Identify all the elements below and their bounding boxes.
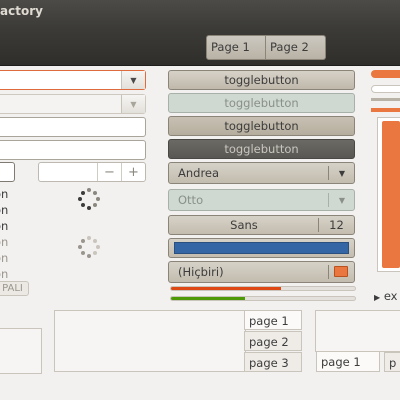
vertical-scale-trough[interactable]	[377, 117, 400, 272]
chevron-down-icon[interactable]: ▼	[121, 71, 145, 89]
spinner-dot	[96, 197, 100, 201]
scale-trough-empty[interactable]	[371, 85, 400, 93]
scale-trough-filled[interactable]	[371, 70, 400, 78]
button-label-4: on	[0, 235, 9, 249]
expander-label: ex	[383, 289, 398, 303]
plus-icon[interactable]: +	[121, 163, 145, 181]
progress-bar-2	[170, 296, 356, 301]
progress-bar-1	[170, 286, 356, 291]
button-label-1[interactable]: on	[0, 186, 8, 202]
spin-entry[interactable]	[0, 162, 15, 182]
header-tab-page-2[interactable]: Page 2	[266, 35, 326, 60]
file-chooser-label: (Hiçbiri)	[178, 265, 224, 279]
folder-icon	[334, 266, 348, 277]
spinner-dot	[78, 245, 82, 249]
chevron-down-icon: ▼	[121, 95, 145, 113]
spinner-icon	[76, 186, 102, 212]
button-label-6: on	[0, 267, 9, 281]
spinner-dot	[93, 203, 98, 208]
text-entry[interactable]	[0, 117, 146, 137]
triangle-right-icon: ▶	[374, 293, 381, 302]
color-button[interactable]	[168, 238, 355, 258]
window-title: actory	[0, 4, 43, 18]
spinner-dot	[93, 190, 98, 195]
spinner-dot	[80, 203, 85, 208]
font-name: Sans	[230, 218, 258, 232]
spinner-dot	[80, 238, 85, 243]
header-tab-page-1[interactable]: Page 1	[206, 35, 266, 60]
scale-slim[interactable]	[371, 108, 400, 112]
spinner-dot	[87, 236, 91, 240]
progress-fill-1	[171, 287, 282, 290]
notebook-tab-page-3[interactable]: page 3	[244, 352, 302, 372]
toggle-button-3[interactable]: togglebutton	[168, 116, 355, 136]
minus-icon[interactable]: −	[97, 163, 121, 181]
spinner-dot	[80, 190, 85, 195]
notebook-tab-page-1[interactable]: page 1	[244, 310, 302, 330]
spin-button[interactable]: − +	[38, 162, 146, 182]
separator	[371, 98, 400, 101]
button-label-2[interactable]: on	[0, 202, 8, 218]
separator	[328, 193, 329, 207]
spinner-dot	[93, 251, 98, 256]
spinner-dot	[87, 188, 91, 192]
status-badge: PALI	[0, 281, 29, 296]
notebook-page-left	[0, 328, 42, 374]
font-size: 12	[329, 218, 344, 232]
spinner-dot	[96, 245, 100, 249]
progress-fill-2	[171, 297, 245, 300]
vertical-scale-fill[interactable]	[382, 121, 400, 268]
toggle-button-2: togglebutton	[168, 93, 355, 113]
spinner-dot	[78, 197, 82, 201]
notebook-tab-page-2[interactable]: page 2	[244, 331, 302, 351]
notebook-tab-right-page-1[interactable]: page 1	[316, 352, 380, 372]
combo-andrea[interactable]: Andrea ▼	[168, 162, 355, 184]
color-swatch	[174, 242, 349, 254]
file-chooser-button[interactable]: (Hiçbiri)	[168, 261, 355, 283]
spinner-dot	[93, 238, 98, 243]
combo-otto: Otto ▼	[168, 189, 355, 211]
font-button[interactable]: Sans 12	[168, 215, 355, 235]
chevron-down-icon[interactable]: ▼	[330, 163, 354, 183]
combo-otto-label: Otto	[178, 193, 204, 207]
button-label-3[interactable]: on	[0, 218, 8, 234]
notebook-page-middle	[54, 310, 246, 372]
chevron-down-icon: ▼	[338, 195, 346, 205]
combo-andrea-label: Andrea	[178, 166, 220, 180]
header-bar	[0, 28, 400, 66]
expander[interactable]: ▶ ex	[374, 289, 398, 303]
notebook-tab-right-page-2[interactable]: p	[384, 352, 400, 372]
text-entry-2[interactable]	[0, 140, 146, 160]
spinner-dot	[80, 251, 85, 256]
spinner-dot	[87, 254, 91, 258]
toggle-button-4: togglebutton	[168, 139, 355, 159]
spinner-dot	[87, 206, 91, 210]
button-label-5: on	[0, 251, 9, 265]
spinner-icon-insensitive	[76, 234, 102, 260]
combo-entry-focused[interactable]: ▼	[0, 70, 146, 90]
separator	[328, 166, 329, 180]
separator	[328, 265, 329, 279]
toggle-button-1[interactable]: togglebutton	[168, 70, 355, 90]
notebook-page-right	[315, 310, 400, 352]
combo-entry-insensitive: ▼	[0, 94, 146, 114]
title-bar	[0, 0, 400, 28]
